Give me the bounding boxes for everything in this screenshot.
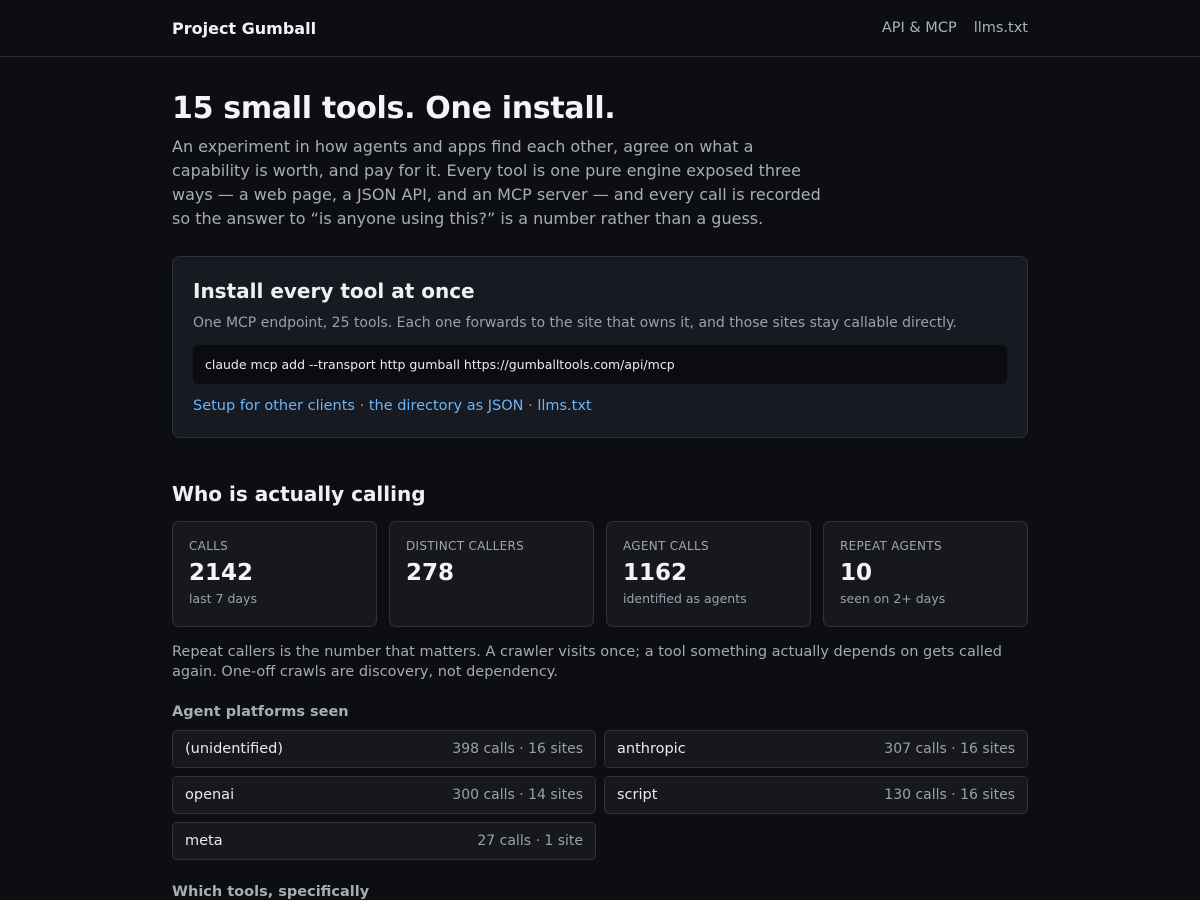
platform-row: anthropic 307 calls · 16 sites (604, 730, 1028, 768)
top-nav: API & MCP llms.txt (882, 20, 1028, 36)
platform-row: openai 300 calls · 14 sites (172, 776, 596, 814)
tools-heading: Which tools, specifically (172, 884, 370, 900)
platform-row: script 130 calls · 16 sites (604, 776, 1028, 814)
platform-row: (unidentified) 398 calls · 16 sites (172, 730, 596, 768)
stat-value: 1162 (623, 560, 688, 586)
nav-link-api-mcp[interactable]: API & MCP (882, 20, 957, 36)
directory-json-link[interactable]: the directory as JSON (369, 398, 524, 414)
install-card: Install every tool at once One MCP endpo… (172, 256, 1028, 438)
platform-meta: 130 calls · 16 sites (884, 787, 1015, 803)
platform-meta: 27 calls · 1 site (477, 833, 583, 849)
top-bar-inner: Project Gumball API & MCP llms.txt (172, 19, 1028, 38)
platform-meta: 307 calls · 16 sites (884, 741, 1015, 757)
platform-name: meta (185, 833, 223, 849)
link-separator: · (523, 398, 538, 414)
stat-note: identified as agents (623, 591, 747, 606)
stats-grid: CALLS 2142 last 7 days DISTINCT CALLERS … (172, 521, 1028, 627)
hero-description: An experiment in how agents and apps fin… (172, 137, 821, 228)
stat-value: 2142 (189, 560, 254, 586)
llms-txt-link[interactable]: llms.txt (537, 398, 591, 414)
page-title: 15 small tools. One install. (172, 91, 616, 126)
platform-row: meta 27 calls · 1 site (172, 822, 596, 860)
platform-name: openai (185, 787, 235, 803)
platform-meta: 300 calls · 14 sites (452, 787, 583, 803)
install-links: Setup for other clients · the directory … (193, 396, 1007, 416)
stat-value: 10 (840, 560, 873, 586)
stat-card-repeat-agents: REPEAT AGENTS 10 seen on 2+ days (823, 521, 1028, 627)
stat-card-agent-calls: AGENT CALLS 1162 identified as agents (606, 521, 811, 627)
top-bar: Project Gumball API & MCP llms.txt (0, 0, 1200, 57)
stat-label: DISTINCT CALLERS (406, 539, 525, 553)
platform-meta: 398 calls · 16 sites (452, 741, 583, 757)
platform-name: script (617, 787, 658, 803)
nav-link-llms-txt[interactable]: llms.txt (974, 20, 1028, 36)
install-subtitle: One MCP endpoint, 25 tools. Each one for… (193, 315, 957, 331)
main-content: 15 small tools. One install. An experime… (172, 89, 1028, 900)
stat-label: CALLS (189, 539, 229, 553)
platforms-list: (unidentified) 398 calls · 16 sites anth… (172, 730, 1028, 860)
platform-name: (unidentified) (185, 741, 284, 757)
stat-label: REPEAT AGENTS (840, 539, 942, 553)
brand-link[interactable]: Project Gumball (172, 19, 316, 38)
stat-label: AGENT CALLS (623, 539, 709, 553)
repeat-callers-explanation: Repeat callers is the number that matter… (172, 644, 1003, 680)
stat-note: seen on 2+ days (840, 591, 946, 606)
calling-section-title: Who is actually calling (172, 482, 426, 506)
stat-card-calls: CALLS 2142 last 7 days (172, 521, 377, 627)
link-separator: · (354, 398, 369, 414)
platforms-heading: Agent platforms seen (172, 704, 349, 720)
platform-name: anthropic (617, 741, 686, 757)
install-title: Install every tool at once (193, 279, 475, 303)
stat-note: last 7 days (189, 591, 257, 606)
setup-other-clients-link[interactable]: Setup for other clients (193, 398, 355, 414)
stat-card-distinct-callers: DISTINCT CALLERS 278 (389, 521, 594, 627)
install-command[interactable]: claude mcp add --transport http gumball … (193, 345, 1007, 384)
stat-value: 278 (406, 560, 455, 586)
